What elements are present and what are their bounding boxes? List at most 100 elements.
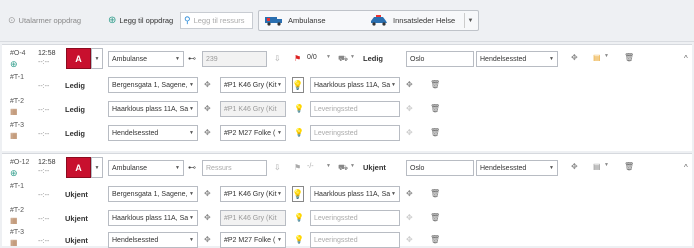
trash-icon[interactable]: 🗑 <box>430 80 440 89</box>
trash-icon[interactable]: 🗑 <box>430 128 440 137</box>
legg-til-oppdrag-button[interactable]: ⊕ Legg til oppdrag <box>108 12 173 29</box>
trash-icon[interactable]: 🗑 <box>430 235 440 244</box>
oppdrag-time: 12:58 <box>38 50 56 57</box>
destination-select[interactable]: Leveringssted <box>310 101 400 117</box>
crosshair-icon[interactable]: ✥ <box>571 53 578 62</box>
destination-value: Haarklous plass 11A, Sa <box>314 81 391 89</box>
task-time-sub: --:-- <box>38 83 50 90</box>
task-id: #T-3 <box>10 122 25 129</box>
notes-icon[interactable]: ▤ <box>593 162 601 171</box>
chevron-up-icon[interactable]: ^ <box>684 54 688 63</box>
priority-dropdown[interactable]: ▼ <box>91 48 103 69</box>
lightbulb-icon[interactable]: 💡 <box>294 104 304 113</box>
trash-icon[interactable]: 🗑 <box>430 189 440 198</box>
unit-select[interactable]: #P1 K46 Gry (Kit <box>220 101 286 117</box>
address-select[interactable]: Bergensgata 1, Sagene, ▼ <box>108 77 198 93</box>
vehicle-state-icon[interactable]: ⛟ <box>338 54 348 64</box>
vehicle-type-select[interactable]: Ambulanse ▼ <box>108 51 184 67</box>
crosshair-icon[interactable]: ✥ <box>204 235 211 244</box>
address-select[interactable]: Haarklous plass 11A, Sa ▼ <box>108 210 198 226</box>
crosshair-icon[interactable]: ✥ <box>204 80 211 89</box>
priority-badge[interactable]: A <box>66 157 91 178</box>
address-select[interactable]: Haarklous plass 11A, Sa ▼ <box>108 101 198 117</box>
binoculars-icon[interactable]: ⊷ <box>188 163 196 172</box>
unit-select[interactable]: #P2 M27 Folke (▼ <box>220 125 286 141</box>
crosshair-icon[interactable]: ✥ <box>204 213 211 222</box>
notes-icon[interactable]: ▤ <box>593 53 601 62</box>
priority-dropdown[interactable]: ▼ <box>91 157 103 178</box>
task-time-sub: --:-- <box>38 238 50 245</box>
destination-select[interactable]: Leveringssted <box>310 125 400 141</box>
innsatsleder-button[interactable]: Innsatsleder Helse <box>369 13 455 28</box>
event-select[interactable]: Hendelsessted ▼ <box>476 160 558 176</box>
region-select[interactable]: Oslo <box>406 160 474 176</box>
destination-value: Leveringssted <box>314 105 358 113</box>
unit-select[interactable]: #P1 K46 Gry (Kit ▼ <box>220 186 286 202</box>
pin-icon: ⇩ <box>274 54 281 63</box>
crosshair-icon[interactable]: ✥ <box>406 189 413 198</box>
task-time-sub: --:-- <box>38 192 50 199</box>
trash-icon[interactable]: 🗑 <box>430 213 440 222</box>
count-value: -/- <box>307 163 314 170</box>
siren-icon[interactable]: ⚑ <box>294 163 301 172</box>
region-select[interactable]: Oslo <box>406 51 474 67</box>
vehicle-dropdown-button[interactable]: ▼ <box>464 13 476 28</box>
ambulanse-label: Ambulanse <box>288 16 326 25</box>
crosshair-icon[interactable]: ✥ <box>406 235 413 244</box>
chevron-up-icon[interactable]: ^ <box>684 163 688 172</box>
crosshair-icon[interactable]: ✥ <box>406 128 413 137</box>
priority-badge[interactable]: A <box>66 48 91 69</box>
destination-select[interactable]: Haarklous plass 11A, Sa ▼ <box>310 77 400 93</box>
trash-icon[interactable]: 🗑 <box>430 104 440 113</box>
lightbulb-icon[interactable]: 💡 <box>294 128 304 137</box>
siren-icon[interactable]: ⚑ <box>294 54 301 63</box>
resource-input[interactable]: 239 <box>202 51 267 67</box>
crosshair-icon[interactable]: ✥ <box>406 213 413 222</box>
chevron-down-icon: ▼ <box>175 56 180 62</box>
chevron-down-icon[interactable]: ▼ <box>604 53 609 59</box>
crosshair-icon[interactable]: ✥ <box>204 104 211 113</box>
resource-input[interactable]: Ressurs <box>202 160 267 176</box>
oppdrag-time-sub: --:-- <box>38 59 50 66</box>
vehicle-state-icon[interactable]: ⛟ <box>338 163 348 173</box>
crosshair-icon[interactable]: ✥ <box>406 80 413 89</box>
utalarmer-button[interactable]: ⊙ Utalarmer oppdrag <box>8 12 81 29</box>
add-circle-icon[interactable]: ⊕ <box>10 59 18 70</box>
crosshair-icon[interactable]: ✥ <box>204 128 211 137</box>
chevron-down-icon[interactable]: ▼ <box>350 54 355 60</box>
chevron-down-icon[interactable]: ▼ <box>604 162 609 168</box>
lightbulb-button[interactable]: 💡 <box>292 77 304 93</box>
trash-icon[interactable]: 🗑 <box>624 53 634 62</box>
legg-til-ressurs-input[interactable]: ⚲ Legg til ressurs <box>180 12 253 29</box>
chevron-down-icon[interactable]: ▼ <box>326 54 331 60</box>
address-select[interactable]: Bergensgata 1, Sagene, ▼ <box>108 186 198 202</box>
destination-value: Leveringssted <box>314 214 358 222</box>
ambulance-icon <box>265 17 282 26</box>
destination-select[interactable]: Haarklous plass 11A, Sa ▼ <box>310 186 400 202</box>
chevron-down-icon[interactable]: ▼ <box>350 163 355 169</box>
destination-select[interactable]: Leveringssted <box>310 210 400 226</box>
lightbulb-icon[interactable]: 💡 <box>294 213 304 222</box>
legg-til-ressurs-placeholder: Legg til ressurs <box>193 16 245 25</box>
crosshair-icon[interactable]: ✥ <box>204 189 211 198</box>
add-circle-icon[interactable]: ⊕ <box>10 168 18 179</box>
trash-icon[interactable]: 🗑 <box>624 162 634 171</box>
unit-select[interactable]: #P1 K46 Gry (Kit <box>220 210 286 226</box>
chevron-down-icon[interactable]: ▼ <box>326 163 331 169</box>
lightbulb-icon[interactable]: 💡 <box>294 235 304 244</box>
ambulanse-button[interactable]: Ambulanse <box>264 13 326 28</box>
unit-value: #P1 K46 Gry (Kit <box>224 190 277 198</box>
crosshair-icon[interactable]: ✥ <box>571 162 578 171</box>
address-select[interactable]: Hendelsessted ▼ <box>108 125 198 141</box>
unit-select[interactable]: #P1 K46 Gry (Kit ▼ <box>220 77 286 93</box>
binoculars-icon[interactable]: ⊷ <box>188 54 196 63</box>
region-value: Oslo <box>410 55 425 63</box>
task-status: Ledig <box>65 81 85 90</box>
oppdrag-header-row: #O-12 ⊕ 12:58 --:-- A ▼ Ambulanse ▼ ⊷ Res… <box>2 156 692 180</box>
crosshair-icon[interactable]: ✥ <box>406 104 413 113</box>
lightbulb-button[interactable]: 💡 <box>292 186 304 202</box>
hospital-icon: ▦ <box>10 131 18 140</box>
event-select[interactable]: Hendelsessted ▼ <box>476 51 558 67</box>
vehicle-type-select[interactable]: Ambulanse ▼ <box>108 160 184 176</box>
destination-value: Leveringssted <box>314 236 358 244</box>
